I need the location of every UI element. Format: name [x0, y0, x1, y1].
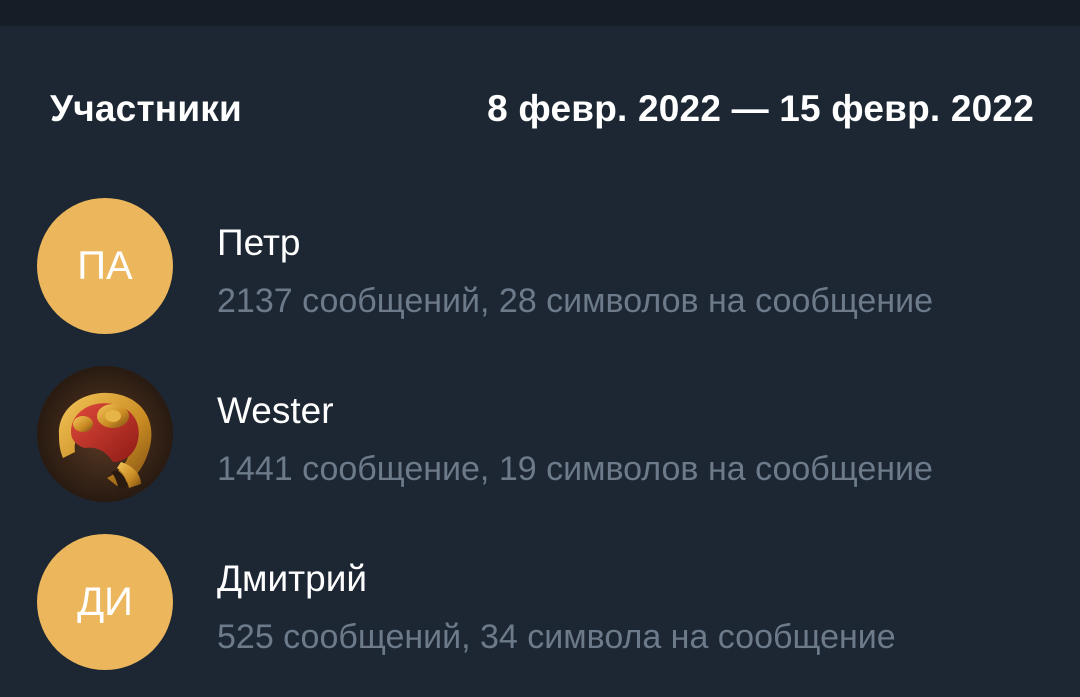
member-row-wester[interactable]: Wester 1441 сообщение, 19 символов на со…: [0, 354, 1080, 514]
golden-red-gauntlet-avatar-icon: [37, 366, 173, 502]
top-strip: [0, 0, 1080, 26]
avatar: ПА: [37, 198, 173, 334]
participants-panel: Участники 8 февр. 2022 — 15 февр. 2022 П…: [0, 26, 1080, 697]
date-range[interactable]: 8 февр. 2022 — 15 февр. 2022: [487, 88, 1034, 130]
member-stats: 1441 сообщение, 19 символов на сообщение: [217, 450, 933, 488]
member-row-dmitriy[interactable]: ДИ Дмитрий 525 сообщений, 34 символа на …: [0, 522, 1080, 682]
member-row-petr[interactable]: ПА Петр 2137 сообщений, 28 символов на с…: [0, 186, 1080, 346]
member-name: Петр: [217, 222, 301, 263]
section-title: Участники: [50, 88, 242, 129]
avatar-initials: ДИ: [77, 579, 133, 624]
participants-header: Участники 8 февр. 2022 — 15 февр. 2022: [50, 88, 1034, 130]
avatar: [37, 366, 173, 502]
member-stats: 525 сообщений, 34 символа на сообщение: [217, 618, 896, 656]
member-stats: 2137 сообщений, 28 символов на сообщение: [217, 282, 934, 320]
avatar: ДИ: [37, 534, 173, 670]
avatar-initials: ПА: [77, 243, 133, 288]
member-name: Дмитрий: [217, 558, 368, 599]
member-name: Wester: [217, 390, 334, 431]
